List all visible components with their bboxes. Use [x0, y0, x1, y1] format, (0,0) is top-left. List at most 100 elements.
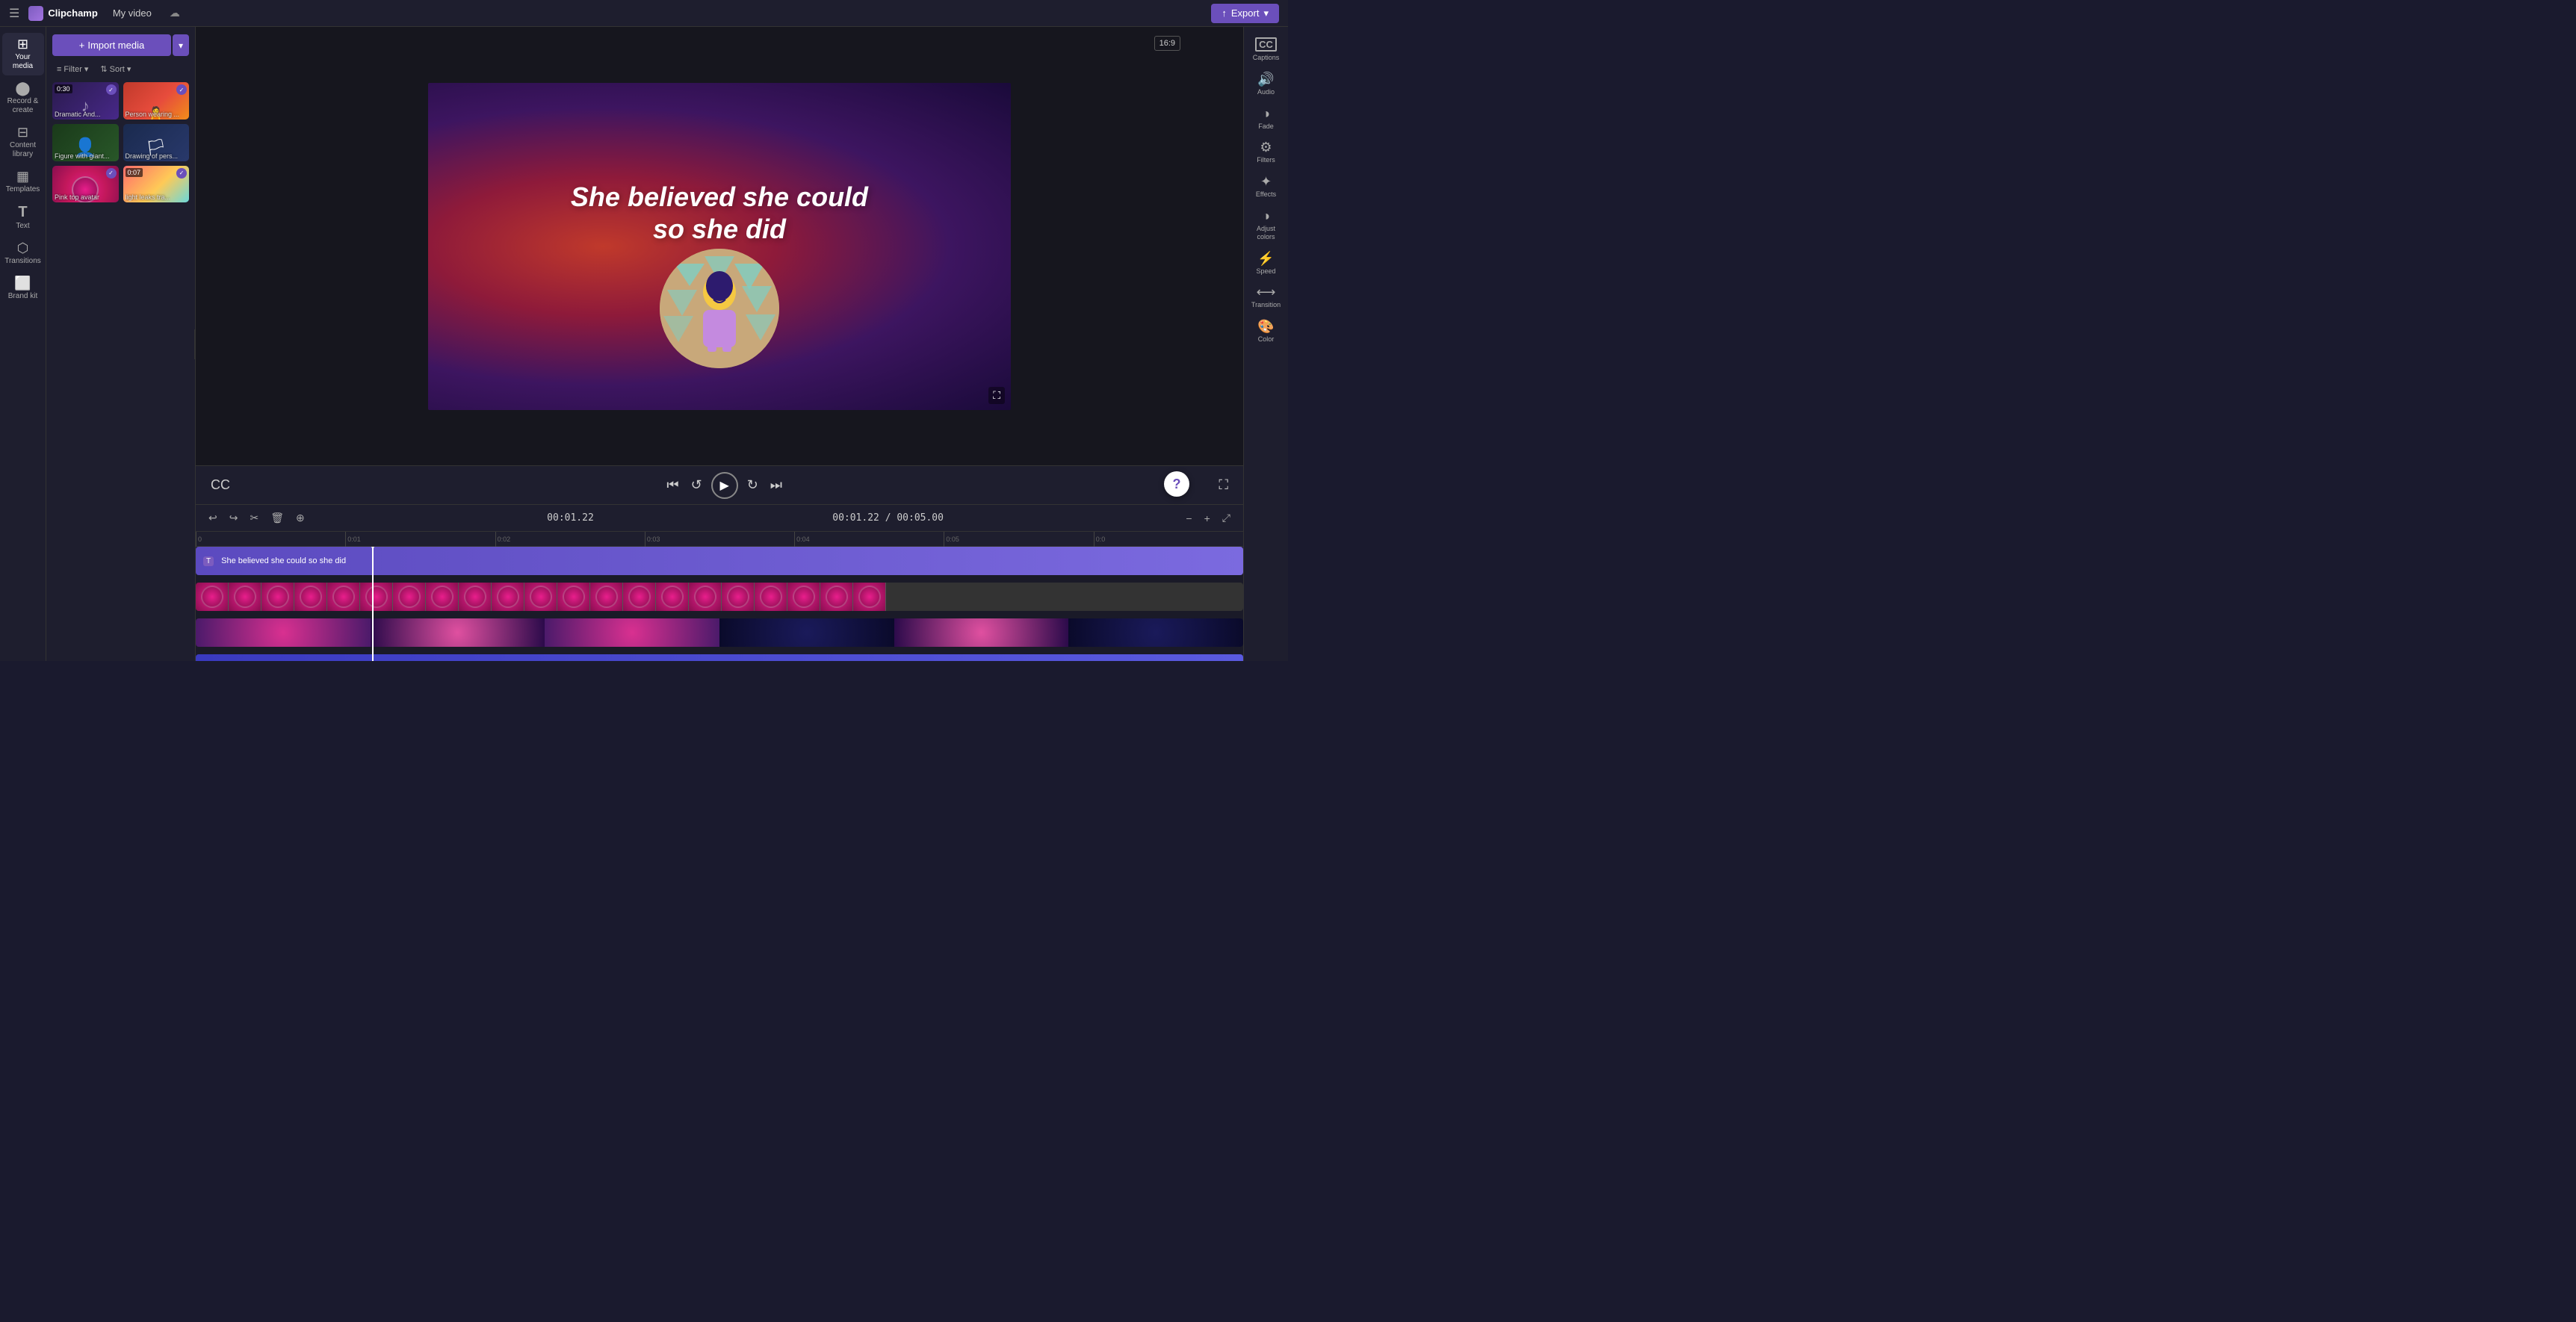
text-label: Text [16, 222, 29, 231]
video-text-line2: so she did [653, 214, 786, 244]
light-seg-6 [1068, 618, 1243, 647]
your-media-label: Your media [5, 53, 41, 71]
brand-kit-icon: ⬜ [14, 276, 31, 290]
ruler-mark-1: 0:01 [345, 532, 495, 547]
play-pause-button[interactable]: ▶ [711, 472, 738, 499]
zoom-in-button[interactable]: + [1201, 510, 1214, 527]
video-frame-15 [656, 583, 689, 611]
cut-button[interactable]: ✂ [246, 509, 262, 527]
track-text-content[interactable]: T She believed she could so she did [196, 547, 1243, 575]
right-tool-transition[interactable]: ⟷ Transition [1246, 281, 1287, 314]
sort-button[interactable]: ⇅ Sort ▾ [96, 62, 135, 76]
import-icon: + [79, 40, 85, 51]
media-thumb-person[interactable]: 🧍 Person wearing ... ✓ [123, 82, 190, 120]
right-tool-adjust-colors[interactable]: ◑ Adjust colors [1246, 205, 1287, 246]
media-thumb-dramatic[interactable]: ♪ 0:30 Dramatic And... ✓ [52, 82, 119, 120]
playhead[interactable] [372, 547, 374, 661]
sidebar-item-text[interactable]: T Text [2, 200, 44, 235]
help-button[interactable]: ? [1164, 471, 1189, 497]
delete-button[interactable]: 🗑 [267, 509, 288, 527]
light-seg-1 [196, 618, 371, 647]
timeline-timecode: 00:01.22 [547, 512, 594, 524]
video-frame-11 [524, 583, 557, 611]
right-tool-speed[interactable]: ⚡ Speed [1246, 247, 1287, 280]
ruler-mark-2: 0:02 [495, 532, 645, 547]
filter-icon: ≡ [57, 65, 61, 74]
export-icon: ↑ [1222, 7, 1227, 19]
video-frame-6 [360, 583, 393, 611]
video-frame-17 [722, 583, 755, 611]
right-tool-captions[interactable]: CC Captions [1246, 33, 1287, 66]
sort-icon: ⇅ [100, 64, 107, 74]
video-frame-8 [426, 583, 459, 611]
filter-button[interactable]: ≡ Filter ▾ [52, 62, 93, 76]
track-audio-content[interactable]: ♪ Dramatic And Elegant Motivation 30 Sec [196, 654, 1243, 661]
add-to-timeline-button[interactable]: ⊕ [292, 509, 309, 527]
timeline-scroll[interactable]: 0 0:01 0:02 0:03 0:04 0:05 0:0 [196, 532, 1243, 661]
fullscreen-button[interactable]: ⛶ [988, 387, 1005, 404]
transitions-icon: ⬡ [17, 241, 29, 255]
ruler-mark-6: 0:0 [1094, 532, 1243, 547]
video-frame-13 [590, 583, 623, 611]
effects-icon: ✦ [1260, 175, 1272, 188]
export-button[interactable]: ↑ Export ▾ [1211, 4, 1279, 23]
right-tool-color[interactable]: 🎨 Color [1246, 315, 1287, 348]
skip-forward-button[interactable]: ⏭ [767, 474, 785, 496]
filter-sort-row: ≡ Filter ▾ ⇅ Sort ▾ [52, 62, 189, 76]
video-frame-14 [623, 583, 656, 611]
undo-button[interactable]: ↩ [205, 509, 221, 527]
fade-icon: ◑ [1262, 107, 1270, 120]
export-label: Export [1231, 7, 1260, 19]
character-circle [660, 249, 779, 368]
thumb-person-label: Person wearing ... [126, 111, 180, 118]
forward-5s-button[interactable]: ↻ [744, 474, 761, 496]
media-thumb-light-leaks[interactable]: 0:07 light leaks tra... ✓ [123, 166, 190, 203]
preview-area: 16:9 She believed she could so she did [196, 27, 1243, 504]
video-frame-10 [492, 583, 524, 611]
sidebar-item-transitions[interactable]: ⬡ Transitions [2, 237, 44, 270]
menu-icon[interactable]: ☰ [9, 6, 19, 21]
track-video [196, 583, 1243, 615]
track-light-content[interactable] [196, 618, 1243, 647]
media-panel: + Import media ▾ ≡ Filter ▾ ⇅ Sort ▾ [46, 27, 196, 661]
expand-preview-button[interactable]: ⛶ [1216, 474, 1231, 496]
track-audio: ♪ Dramatic And Elegant Motivation 30 Sec [196, 654, 1243, 661]
redo-button[interactable]: ↪ [226, 509, 242, 527]
sidebar-item-templates[interactable]: ▦ Templates [2, 165, 44, 199]
preview-video: She believed she could so she did [196, 27, 1243, 465]
left-sidebar: ⊞ Your media ⬤ Record &create ⊟ Content … [0, 27, 46, 661]
skip-back-button[interactable]: ⏮ [663, 474, 681, 496]
aspect-ratio-button[interactable]: 16:9 [1154, 36, 1180, 51]
media-thumb-drawing[interactable]: 🏳 Drawing of pers... [123, 124, 190, 161]
import-label: Import media [87, 40, 144, 51]
sidebar-item-your-media[interactable]: ⊞ Your media [2, 33, 44, 75]
media-thumb-pink-avatar[interactable]: Pink top avatar ✓ [52, 166, 119, 203]
sidebar-item-record-create[interactable]: ⬤ Record &create [2, 77, 44, 120]
rewind-5s-button[interactable]: ↺ [688, 474, 705, 496]
video-frame-20 [820, 583, 853, 611]
sidebar-item-content-library[interactable]: ⊟ Content library [2, 121, 44, 164]
video-frame-7 [393, 583, 426, 611]
video-title-button[interactable]: My video [107, 6, 158, 20]
speed-label: Speed [1256, 267, 1275, 276]
video-frame-19 [787, 583, 820, 611]
fit-timeline-button[interactable]: ⤢ [1219, 509, 1234, 527]
track-video-content[interactable] [196, 583, 1243, 611]
import-media-button[interactable]: + Import media [52, 34, 171, 56]
right-tool-filters[interactable]: ⚙ Filters [1246, 136, 1287, 169]
media-thumb-figure[interactable]: 👤 Figure with giant... [52, 124, 119, 161]
timeline-area: ↩ ↪ ✂ 🗑 ⊕ 00:01.22 00:01.22 / 00:05.00 −… [196, 504, 1243, 661]
right-tool-audio[interactable]: 🔊 Audio [1246, 68, 1287, 101]
brand-kit-label: Brand kit [8, 292, 37, 301]
right-tool-effects[interactable]: ✦ Effects [1246, 170, 1287, 203]
ruler-mark-0: 0 [196, 532, 345, 547]
import-dropdown-button[interactable]: ▾ [173, 34, 189, 56]
filter-chevron: ▾ [84, 64, 89, 74]
right-tool-fade[interactable]: ◑ Fade [1246, 102, 1287, 135]
export-dropdown-icon: ▾ [1263, 7, 1269, 19]
sidebar-item-brand-kit[interactable]: ⬜ Brand kit [2, 272, 44, 305]
zoom-out-button[interactable]: − [1182, 510, 1195, 527]
captions-toggle-button[interactable]: CC [208, 474, 233, 496]
templates-icon: ▦ [16, 170, 29, 183]
record-create-icon: ⬤ [15, 81, 30, 95]
